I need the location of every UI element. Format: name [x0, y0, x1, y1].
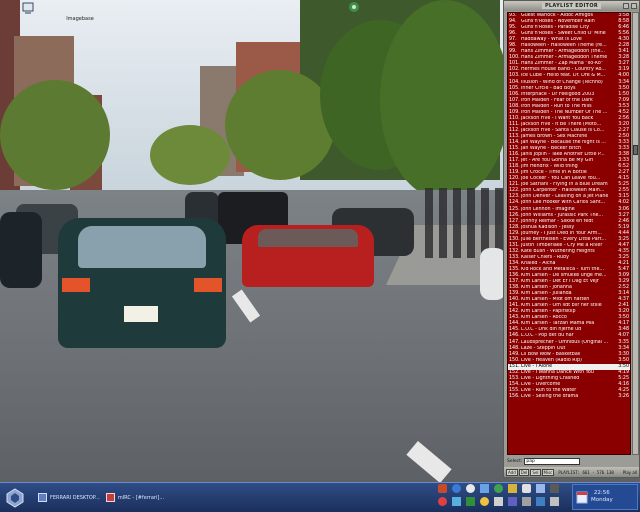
- scrollbar-thumb[interactable]: [633, 145, 638, 155]
- desktop-icon-imagebase[interactable]: Imagebase: [52, 2, 108, 28]
- playlist-row[interactable]: 156. Live - Selling the drama 3:26: [508, 394, 630, 400]
- track-number: 156.: [509, 393, 520, 399]
- misc-button[interactable]: Misc: [541, 468, 555, 476]
- calendar-icon: [576, 491, 588, 504]
- wallpaper-tree: [225, 70, 335, 180]
- tray-icon[interactable]: [508, 484, 517, 493]
- playlist-title: PLAYLIST EDITOR: [541, 3, 602, 9]
- wallpaper-red-sports-car: [242, 225, 374, 287]
- taskbar-button-label: FERRARI DESKTOP...: [50, 494, 100, 501]
- tray-icon[interactable]: [536, 484, 545, 493]
- tray-icon[interactable]: [494, 484, 503, 493]
- search-input[interactable]: [524, 458, 581, 465]
- desktop-icon-label: Imagebase: [66, 16, 94, 22]
- playlist-search-bar: Select:: [507, 457, 639, 466]
- wallpaper-car: [0, 212, 42, 288]
- tray-icon[interactable]: [452, 484, 461, 493]
- search-label: Select:: [507, 459, 523, 464]
- desktop-icon-my-computer[interactable]: [0, 2, 56, 28]
- taskbar-button-mirc[interactable]: mIRC - [#ferrari]...: [105, 491, 165, 505]
- playlist-title-bar[interactable]: PLAYLIST EDITOR: [504, 1, 639, 11]
- add-button[interactable]: Add: [506, 468, 518, 476]
- tray-icon[interactable]: [480, 497, 489, 506]
- clock-time: 22:56: [593, 490, 610, 496]
- tray-icon[interactable]: [480, 484, 489, 493]
- start-button[interactable]: [2, 485, 28, 511]
- playlist-scrollbar[interactable]: [632, 12, 639, 455]
- tray-icon[interactable]: [466, 484, 475, 493]
- tray-icon[interactable]: [438, 484, 447, 493]
- shade-button[interactable]: [623, 3, 629, 9]
- playlist-info: PLAYLIST: 661 - 576 130: [558, 469, 614, 475]
- wallpaper-green-sedan: [58, 218, 226, 348]
- tray-icon[interactable]: [466, 497, 475, 506]
- tray-icon[interactable]: [438, 497, 447, 506]
- play-mode-label[interactable]: Play all: [623, 470, 637, 475]
- taskbar-button-ferrari[interactable]: FERRARI DESKTOP...: [38, 491, 100, 505]
- clock-day: Monday: [591, 497, 613, 503]
- track-duration: 3:26: [618, 393, 629, 399]
- window-icon: [38, 493, 47, 502]
- wallpaper-tree: [380, 0, 510, 200]
- tray-icon[interactable]: [536, 497, 545, 506]
- computer-icon: [22, 2, 34, 14]
- taskbar-button-label: mIRC - [#ferrari]...: [117, 494, 165, 501]
- wallpaper-tree: [150, 125, 230, 185]
- clock-widget[interactable]: 22:56 Monday: [572, 484, 638, 510]
- mirc-icon: [105, 493, 115, 502]
- network-icon: [349, 2, 359, 12]
- tray-icon[interactable]: [522, 497, 531, 506]
- tray-icon[interactable]: [550, 497, 559, 506]
- track-title: Live - Selling the drama: [521, 393, 579, 399]
- close-button[interactable]: [631, 3, 637, 9]
- tray-icon[interactable]: [494, 497, 503, 506]
- playlist-track-list[interactable]: 93. Guest Warlock - Aldoc Amigos 3:58 94. Gu…: [507, 12, 631, 455]
- remove-button[interactable]: Del: [518, 468, 530, 476]
- select-button[interactable]: Sel: [530, 468, 541, 476]
- wallpaper-tree: [0, 80, 110, 190]
- tray-icon[interactable]: [452, 497, 461, 506]
- folder-icon: [73, 2, 87, 16]
- system-tray: [438, 484, 566, 510]
- start-logo-icon: [6, 487, 24, 508]
- playlist-editor-window[interactable]: PLAYLIST EDITOR 93. Guest Warlock - Aldoc…: [503, 0, 640, 478]
- tray-icon[interactable]: [522, 484, 531, 493]
- playlist-bottom-bar: Add Del Sel Misc PLAYLIST: 661 - 576 130…: [504, 467, 639, 477]
- tray-icon[interactable]: [550, 484, 559, 493]
- desktop-icon-network[interactable]: [326, 0, 382, 26]
- clock-text: 22:56 Monday: [591, 490, 613, 504]
- tray-icon[interactable]: [508, 497, 517, 506]
